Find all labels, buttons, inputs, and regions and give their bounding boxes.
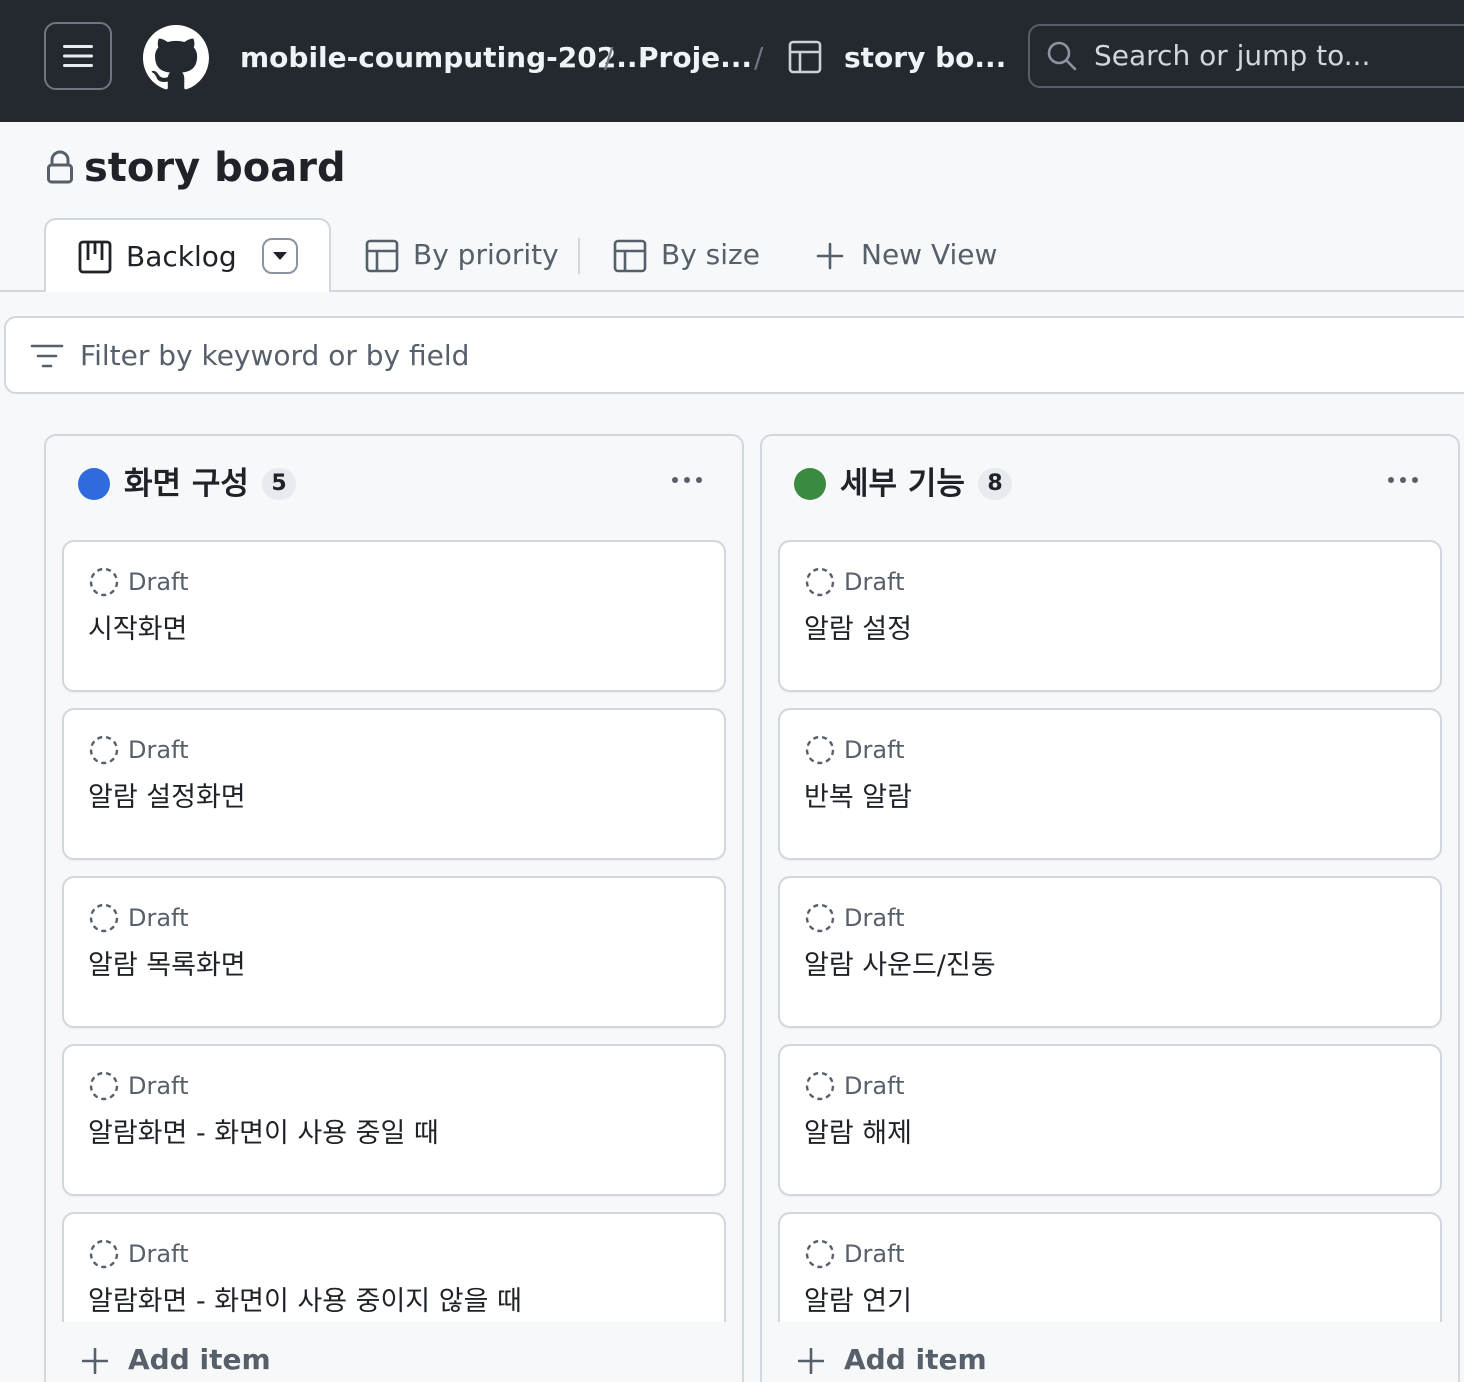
- column-menu-button[interactable]: [1368, 460, 1438, 500]
- card[interactable]: Draft 알람 목록화면: [62, 876, 726, 1028]
- tab-divider: [578, 238, 580, 274]
- table-icon: [365, 239, 399, 273]
- card-status: Draft: [128, 568, 189, 596]
- hamburger-icon: [63, 45, 93, 67]
- page-title: story board: [84, 145, 346, 191]
- breadcrumb-separator: /: [604, 41, 614, 74]
- card-title[interactable]: 알람 설정화면: [88, 780, 246, 816]
- board-column: 화면 구성 5 Draft 시작화면 Draft 알람 설정화면 Draft 알…: [44, 434, 744, 1382]
- card-status: Draft: [844, 736, 905, 764]
- tab-label: Backlog: [126, 240, 237, 273]
- plus-icon: [798, 1348, 824, 1374]
- lock-icon: [47, 150, 73, 184]
- card-list: Draft 알람 설정 Draft 반복 알람 Draft 알람 사운드/진동 …: [778, 540, 1442, 1380]
- breadcrumb-project[interactable]: story bo...: [844, 40, 1006, 76]
- new-view-label: New View: [861, 238, 998, 271]
- card[interactable]: Draft 알람 설정: [778, 540, 1442, 692]
- add-item-button[interactable]: Add item: [762, 1322, 1458, 1382]
- column-color-dot: [794, 468, 826, 500]
- draft-icon: [805, 567, 835, 597]
- add-item-label: Add item: [128, 1343, 271, 1376]
- card-title[interactable]: 알람 연기: [804, 1284, 912, 1320]
- table-icon: [613, 239, 647, 273]
- card-title[interactable]: 알람화면 - 화면이 사용 중이지 않을 때: [88, 1284, 522, 1320]
- card-status: Draft: [844, 568, 905, 596]
- draft-icon: [805, 1071, 835, 1101]
- filter-icon: [30, 344, 64, 368]
- draft-icon: [89, 1071, 119, 1101]
- search-icon: [1047, 41, 1077, 71]
- draft-icon: [89, 1239, 119, 1269]
- card-status: Draft: [128, 1072, 189, 1100]
- menu-button[interactable]: [44, 22, 112, 90]
- card-title[interactable]: 알람 설정: [804, 612, 912, 648]
- add-item-button[interactable]: Add item: [46, 1322, 742, 1382]
- card[interactable]: Draft 알람 설정화면: [62, 708, 726, 860]
- column-count-badge: 5: [262, 468, 296, 500]
- card-status: Draft: [844, 1072, 905, 1100]
- card[interactable]: Draft 반복 알람: [778, 708, 1442, 860]
- draft-icon: [89, 567, 119, 597]
- card-status: Draft: [128, 1240, 189, 1268]
- card-status: Draft: [128, 736, 189, 764]
- column-title: 화면 구성: [124, 466, 249, 502]
- filter-placeholder: Filter by keyword or by field: [80, 339, 470, 372]
- draft-icon: [89, 735, 119, 765]
- card-status: Draft: [128, 904, 189, 932]
- view-options-button[interactable]: [262, 238, 298, 274]
- search-placeholder: Search or jump to...: [1094, 39, 1371, 72]
- card-title[interactable]: 알람 사운드/진동: [804, 948, 996, 984]
- card-title[interactable]: 알람 목록화면: [88, 948, 246, 984]
- column-title: 세부 기능: [840, 466, 965, 502]
- top-bar: mobile-coumputing-202... / Proje... / st…: [0, 0, 1464, 122]
- card[interactable]: Draft 알람화면 - 화면이 사용 중일 때: [62, 1044, 726, 1196]
- draft-icon: [805, 735, 835, 765]
- tab-backlog[interactable]: Backlog: [44, 218, 331, 292]
- card-list: Draft 시작화면 Draft 알람 설정화면 Draft 알람 목록화면 D…: [62, 540, 726, 1380]
- tab-label: By size: [661, 238, 760, 271]
- draft-icon: [89, 903, 119, 933]
- breadcrumb-separator: /: [754, 41, 764, 74]
- tab-label: By priority: [413, 238, 559, 271]
- plus-icon: [816, 242, 844, 270]
- card-status: Draft: [844, 1240, 905, 1268]
- add-item-label: Add item: [844, 1343, 987, 1376]
- plus-icon: [82, 1348, 108, 1374]
- board-icon: [78, 240, 112, 274]
- card[interactable]: Draft 알람 사운드/진동: [778, 876, 1442, 1028]
- table-icon: [788, 40, 822, 74]
- board-column: 세부 기능 8 Draft 알람 설정 Draft 반복 알람 Draft 알람…: [760, 434, 1460, 1382]
- caret-down-icon: [273, 252, 287, 260]
- card[interactable]: Draft 알람 해제: [778, 1044, 1442, 1196]
- column-count-badge: 8: [978, 468, 1012, 500]
- search-input[interactable]: Search or jump to...: [1028, 24, 1464, 88]
- filter-input[interactable]: Filter by keyword or by field: [4, 316, 1464, 394]
- card-status: Draft: [844, 904, 905, 932]
- draft-icon: [805, 903, 835, 933]
- breadcrumb-repo[interactable]: mobile-coumputing-202...: [240, 40, 648, 76]
- card[interactable]: Draft 시작화면: [62, 540, 726, 692]
- card-title[interactable]: 반복 알람: [804, 780, 912, 816]
- breadcrumb-projects[interactable]: Proje...: [638, 40, 752, 76]
- column-color-dot: [78, 468, 110, 500]
- github-logo-icon[interactable]: [143, 25, 209, 91]
- card-title[interactable]: 알람 해제: [804, 1116, 912, 1152]
- card-title[interactable]: 시작화면: [88, 612, 187, 648]
- draft-icon: [805, 1239, 835, 1269]
- column-menu-button[interactable]: [652, 460, 722, 500]
- card-title[interactable]: 알람화면 - 화면이 사용 중일 때: [88, 1116, 439, 1152]
